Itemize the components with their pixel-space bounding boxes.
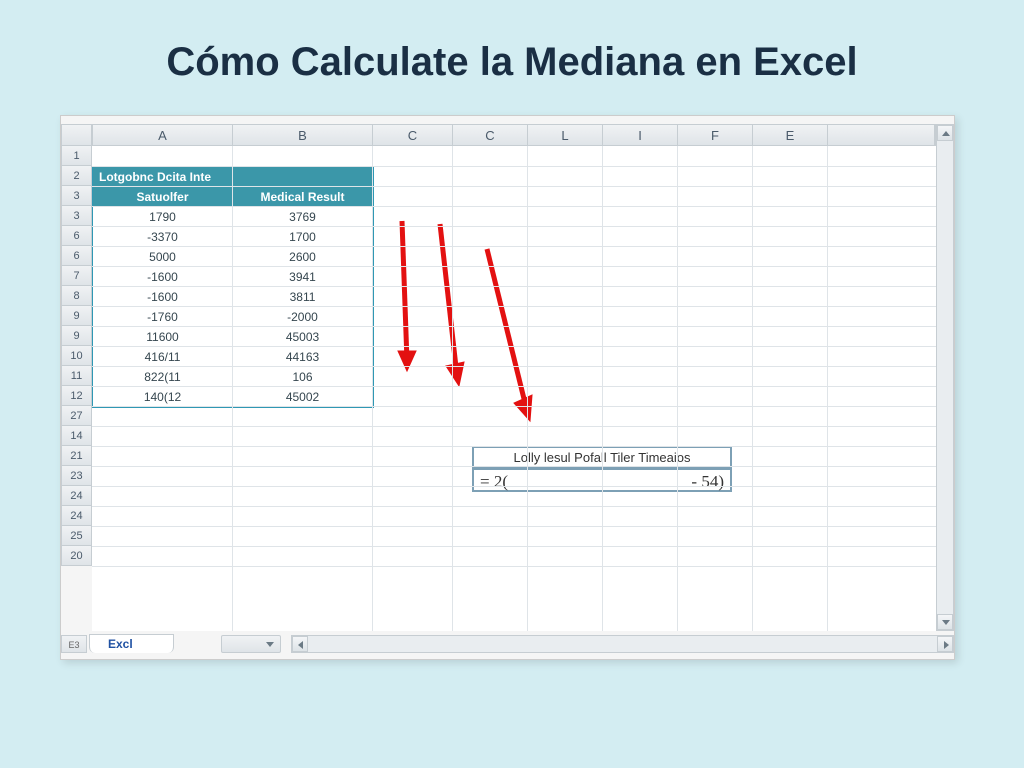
cell[interactable]: 3941: [233, 267, 373, 287]
page-title: Cómo Calculate la Mediana en Excel: [0, 0, 1024, 115]
row-header[interactable]: 21: [61, 446, 92, 466]
row-header[interactable]: 11: [61, 366, 92, 386]
row-header[interactable]: 6: [61, 246, 92, 266]
row-header[interactable]: 24: [61, 486, 92, 506]
row-header[interactable]: 7: [61, 266, 92, 286]
cell[interactable]: 2600: [233, 247, 373, 267]
column-header[interactable]: L: [528, 125, 603, 145]
table-row: 140(1245002: [93, 387, 373, 407]
cell[interactable]: -1600: [93, 267, 233, 287]
sheet-tab-dropdown[interactable]: [221, 635, 281, 653]
table-row: 1160045003: [93, 327, 373, 347]
scroll-left-button[interactable]: [292, 636, 308, 652]
cell[interactable]: -1760: [93, 307, 233, 327]
column-header[interactable]: B: [233, 125, 373, 145]
row-header[interactable]: 25: [61, 526, 92, 546]
formula-left: = 2(: [480, 472, 508, 492]
formula-right: - 54): [691, 472, 724, 492]
spreadsheet-grid[interactable]: Lotgobnc Dcita Inte Satuolfer Medical Re…: [92, 146, 936, 631]
cell[interactable]: 11600: [93, 327, 233, 347]
row-header[interactable]: 8: [61, 286, 92, 306]
table-row: -16003941: [93, 267, 373, 287]
row-header[interactable]: 23: [61, 466, 92, 486]
vertical-scrollbar[interactable]: [936, 124, 954, 631]
data-table: Lotgobnc Dcita Inte Satuolfer Medical Re…: [92, 166, 374, 408]
row-header[interactable]: 3: [61, 186, 92, 206]
cell[interactable]: -3370: [93, 227, 233, 247]
row-header[interactable]: 1: [61, 146, 92, 166]
table-row: -1760-2000: [93, 307, 373, 327]
cell[interactable]: 416/11: [93, 347, 233, 367]
row-header[interactable]: 14: [61, 426, 92, 446]
column-header[interactable]: E: [753, 125, 828, 145]
row-header[interactable]: 2: [61, 166, 92, 186]
cell[interactable]: -2000: [233, 307, 373, 327]
column-header[interactable]: C: [373, 125, 453, 145]
cell[interactable]: 44163: [233, 347, 373, 367]
scroll-right-button[interactable]: [937, 636, 953, 652]
cell[interactable]: 1790: [93, 207, 233, 227]
column-header[interactable]: I: [603, 125, 678, 145]
cell[interactable]: 822(11: [93, 367, 233, 387]
column-header[interactable]: F: [678, 125, 753, 145]
cell[interactable]: 106: [233, 367, 373, 387]
cell[interactable]: -1600: [93, 287, 233, 307]
sheet-tab[interactable]: Excl: [89, 634, 174, 653]
cell[interactable]: 45002: [233, 387, 373, 407]
cell[interactable]: 3811: [233, 287, 373, 307]
excel-window: ABCCLIFE 1233667899101112271421232424252…: [60, 115, 955, 660]
table-row: 822(11106: [93, 367, 373, 387]
cell[interactable]: 5000: [93, 247, 233, 267]
cell[interactable]: 140(12: [93, 387, 233, 407]
column-header[interactable]: C: [453, 125, 528, 145]
column-header[interactable]: A: [93, 125, 233, 145]
table-row: -33701700: [93, 227, 373, 247]
arrow-icon: [472, 241, 562, 441]
horizontal-scrollbar[interactable]: [291, 635, 954, 653]
row-header[interactable]: 10: [61, 346, 92, 366]
table-title: Lotgobnc Dcita Inte: [93, 167, 373, 187]
column-b-header: Medical Result: [233, 187, 373, 207]
table-row: -16003811: [93, 287, 373, 307]
column-a-header: Satuolfer: [93, 187, 233, 207]
row-header-column: 12336678991011122714212324242520: [61, 146, 92, 566]
row-header[interactable]: 12: [61, 386, 92, 406]
row-header[interactable]: 9: [61, 326, 92, 346]
scroll-up-button[interactable]: [937, 125, 953, 141]
cell[interactable]: 45003: [233, 327, 373, 347]
table-row: 17903769: [93, 207, 373, 227]
select-all-corner[interactable]: [61, 124, 92, 146]
cell[interactable]: 3769: [233, 207, 373, 227]
scroll-down-button[interactable]: [937, 614, 953, 630]
column-header-row: ABCCLIFE: [92, 124, 936, 146]
row-header[interactable]: 24: [61, 506, 92, 526]
cell[interactable]: 1700: [233, 227, 373, 247]
row-header[interactable]: 6: [61, 226, 92, 246]
table-row: 50002600: [93, 247, 373, 267]
status-cell-ref: E3: [61, 635, 87, 653]
row-header[interactable]: 3: [61, 206, 92, 226]
table-row: 416/1144163: [93, 347, 373, 367]
row-header[interactable]: 27: [61, 406, 92, 426]
row-header[interactable]: 9: [61, 306, 92, 326]
row-header[interactable]: 20: [61, 546, 92, 566]
